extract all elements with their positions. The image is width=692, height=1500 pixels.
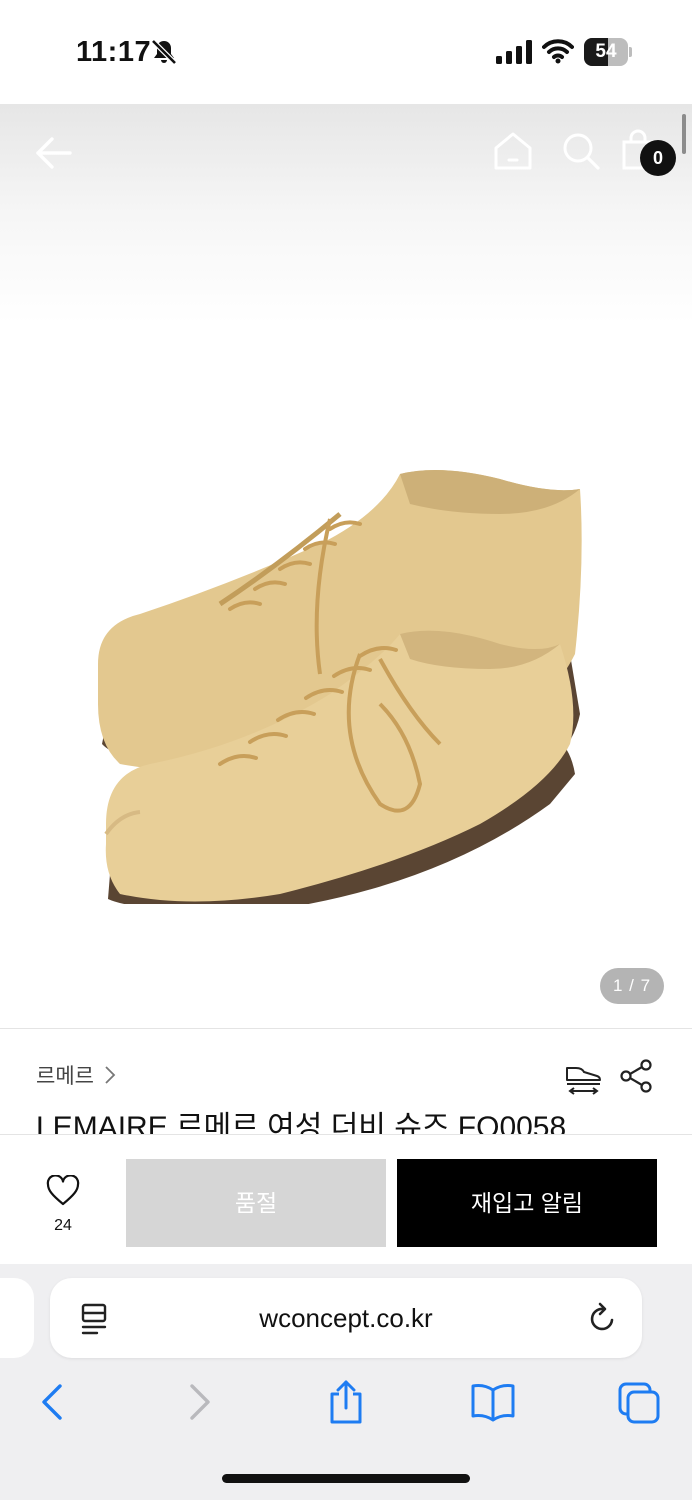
- cellular-signal-icon: [496, 40, 532, 64]
- home-icon[interactable]: [490, 128, 536, 174]
- address-bar[interactable]: wconcept.co.kr: [50, 1278, 642, 1358]
- restock-alert-button[interactable]: 재입고 알림: [397, 1159, 657, 1247]
- shoe-size-icon[interactable]: [564, 1058, 602, 1096]
- wish-count: 24: [54, 1217, 72, 1234]
- cart-count-badge: 0: [640, 140, 676, 176]
- purchase-action-bar: 24 품절 재입고 알림: [0, 1134, 692, 1264]
- image-page-indicator: 1 / 7: [600, 968, 664, 1004]
- product-photo: [98, 470, 582, 904]
- product-image-carousel[interactable]: 0 1 / 7: [0, 104, 692, 1028]
- browser-bookmarks-icon[interactable]: [470, 1380, 516, 1424]
- status-time: 11:17: [76, 36, 152, 68]
- status-bar: 11:17 54: [0, 0, 692, 104]
- scroll-indicator: [682, 114, 686, 154]
- battery-indicator: 54: [584, 38, 632, 66]
- browser-forward-icon[interactable]: [186, 1380, 216, 1424]
- reload-icon[interactable]: [588, 1302, 618, 1334]
- battery-level: 54: [595, 41, 617, 62]
- brand-link[interactable]: 르메르: [36, 1060, 116, 1090]
- back-arrow-icon[interactable]: [30, 130, 76, 176]
- browser-share-icon[interactable]: [326, 1380, 366, 1424]
- chevron-right-icon: [105, 1066, 116, 1084]
- previous-tab-peek[interactable]: [0, 1278, 34, 1358]
- divider: [0, 1028, 692, 1029]
- wishlist-button[interactable]: 24: [34, 1175, 92, 1245]
- search-icon[interactable]: [558, 128, 604, 174]
- home-indicator: [222, 1474, 470, 1483]
- browser-tabs-icon[interactable]: [616, 1380, 662, 1424]
- url-text: wconcept.co.kr: [259, 1303, 433, 1333]
- reader-page-icon[interactable]: [80, 1302, 108, 1336]
- soldout-button[interactable]: 품절: [126, 1159, 386, 1247]
- wifi-icon: [542, 39, 574, 64]
- brand-name: 르메르: [36, 1065, 94, 1088]
- heart-icon: [46, 1175, 80, 1206]
- browser-chrome: wconcept.co.kr: [0, 1264, 692, 1500]
- bell-slash-icon: [151, 39, 177, 65]
- browser-back-icon[interactable]: [36, 1380, 66, 1424]
- share-icon[interactable]: [618, 1058, 654, 1094]
- product-title: LEMAIRE 르메르 여성 더비 슈즈 FO0058: [36, 1111, 567, 1134]
